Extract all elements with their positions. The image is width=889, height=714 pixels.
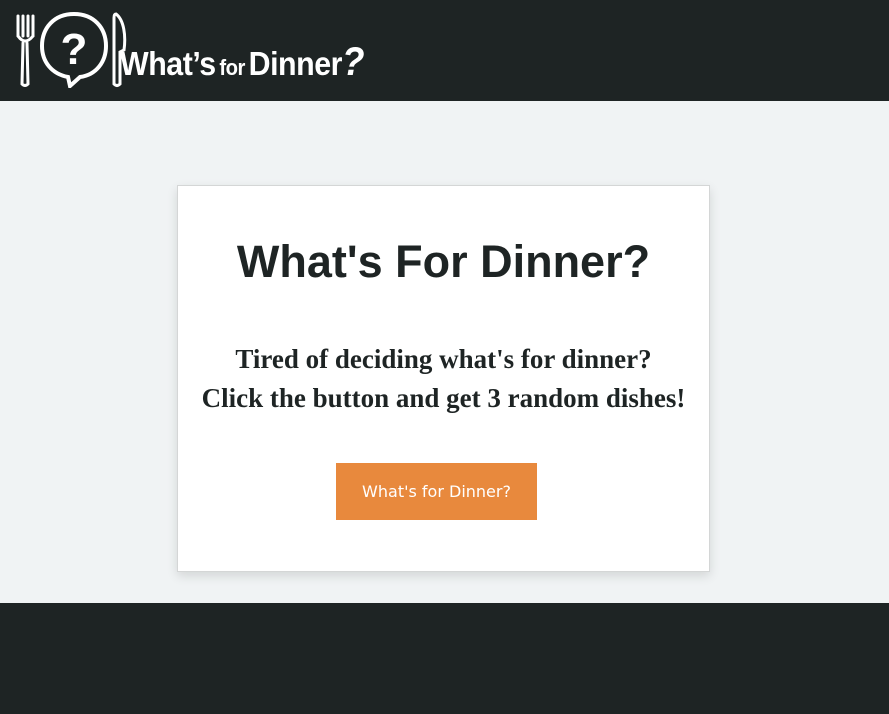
top-navbar: ? What’s for Dinner?: [0, 0, 889, 101]
intro-text: Tired of deciding what's for dinner? Cli…: [178, 340, 709, 418]
logo-word-dinner: Dinner: [248, 45, 343, 82]
main-content: What's For Dinner? Tired of deciding wha…: [0, 101, 889, 603]
logo-wordmark: What’s for Dinner?: [120, 40, 364, 85]
intro-line-1: Tired of deciding what's for dinner?: [235, 344, 652, 374]
page-title: What's For Dinner?: [236, 236, 651, 287]
intro-line-2: Click the button and get 3 random dishes…: [201, 383, 686, 413]
logo-bubble-question-mark: ?: [61, 25, 88, 74]
logo-word-for: for: [219, 55, 245, 80]
fork-question-knife-icon: ?: [16, 11, 127, 88]
site-logo[interactable]: ?: [14, 10, 129, 88]
page-footer: [0, 603, 889, 714]
logo-question-mark: ?: [341, 40, 365, 84]
whats-for-dinner-button[interactable]: What's for Dinner?: [336, 463, 537, 520]
intro-card: What's For Dinner? Tired of deciding wha…: [177, 185, 710, 572]
logo-word-whats: What’s: [120, 45, 216, 82]
